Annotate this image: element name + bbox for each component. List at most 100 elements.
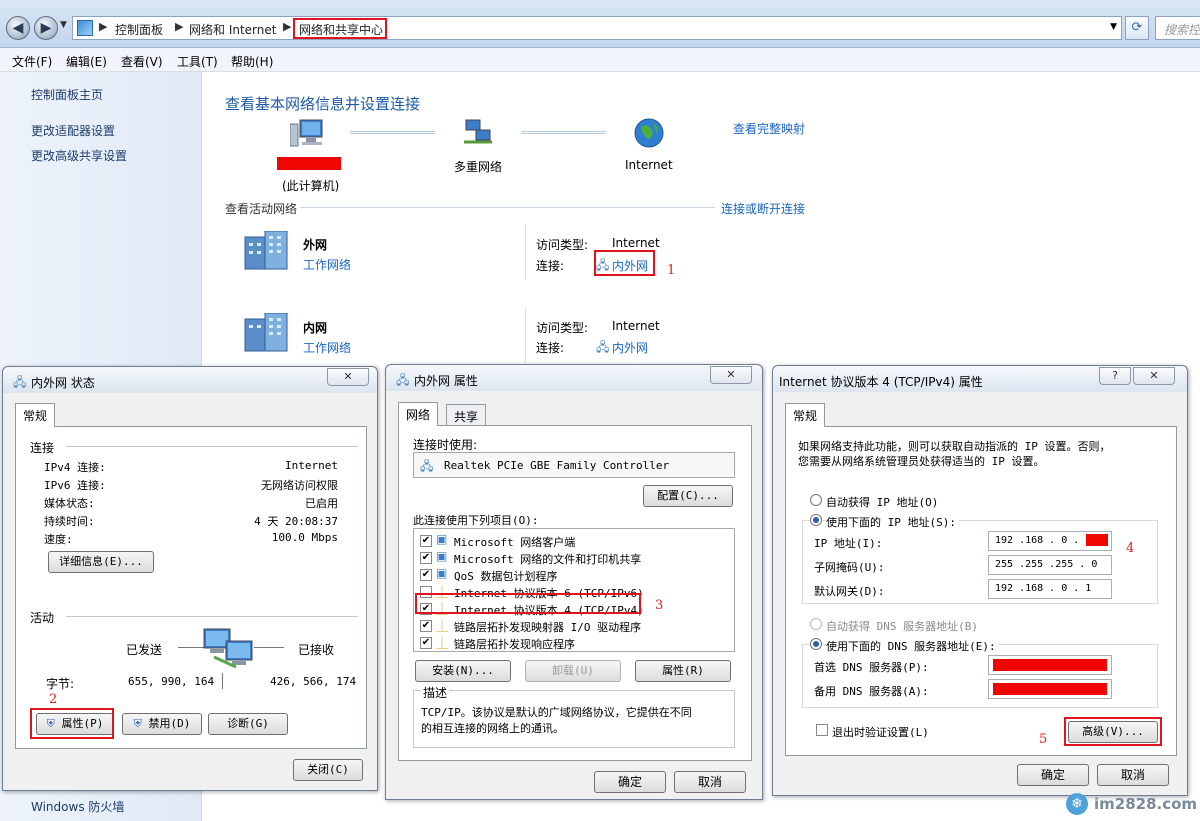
map-connector [521, 131, 606, 134]
forward-button[interactable]: ▶ [34, 16, 58, 40]
refresh-button[interactable]: ⟳ [1125, 16, 1149, 40]
connect-disconnect-link[interactable]: 连接或断开连接 [721, 200, 805, 217]
help-button[interactable]: ? [1099, 367, 1131, 385]
connection-label: 连接: [536, 259, 565, 273]
row-label: IPv6 连接: [44, 479, 106, 492]
sidebar-item-advanced-sharing[interactable]: 更改高级共享设置 [31, 147, 127, 164]
breadcrumb-control-panel[interactable]: 控制面板 [115, 21, 163, 38]
subnet-mask-input[interactable]: 255 .255 .255 . 0 [988, 555, 1112, 575]
list-item[interactable]: Microsoft 网络的文件和打印机共享 [454, 551, 641, 567]
list-item[interactable]: 链路层拓扑发现映射器 I/O 驱动程序 [454, 619, 641, 635]
configure-button[interactable]: 配置(C)... [643, 485, 733, 507]
bytes-label: 字节: [46, 677, 75, 691]
redacted-dns [993, 659, 1107, 671]
divider [222, 673, 223, 689]
tab-general[interactable]: 常规 [15, 403, 56, 427]
file-sharing-icon: ▣ [436, 549, 448, 563]
auto-dns-radio [810, 618, 822, 630]
cancel-button[interactable]: 取消 [674, 771, 746, 793]
this-pc-label: (此计算机) [282, 179, 340, 193]
close-dialog-button[interactable]: 关闭(C) [293, 759, 363, 781]
menu-edit[interactable]: 编辑(E) [66, 53, 107, 70]
auto-ip-label: 自动获得 IP 地址(O) [826, 496, 939, 509]
active-networks-heading: 查看活动网络 [225, 202, 298, 216]
manual-dns-radio[interactable] [810, 638, 822, 650]
gateway-input[interactable]: 192 .168 . 0 . 1 [988, 579, 1112, 599]
dialog-title: 内外网 状态 [31, 376, 95, 390]
auto-ip-radio[interactable] [810, 494, 822, 506]
titlebar: Internet 协议版本 4 (TCP/IPv4) 属性 ? ✕ [773, 366, 1187, 392]
titlebar: 🖧 内外网 状态 ✕ [3, 367, 377, 393]
close-button[interactable]: ✕ [1133, 367, 1175, 385]
divider [300, 207, 715, 208]
recent-pages-icon[interactable]: ▼ [60, 20, 67, 30]
highlight-box [293, 18, 387, 39]
network-name: 外网 [303, 238, 328, 252]
tab-sharing[interactable]: 共享 [446, 404, 487, 426]
tab-general[interactable]: 常规 [785, 403, 826, 427]
computer-icon [289, 118, 324, 148]
list-item[interactable]: Microsoft 网络客户端 [454, 534, 575, 550]
network-type-link[interactable]: 工作网络 [303, 339, 351, 356]
item-checkbox[interactable]: ✔ [420, 535, 432, 547]
chevron-down-icon[interactable]: ▼ [1110, 22, 1117, 32]
chevron-right-icon: ▶ [99, 20, 108, 33]
cancel-button[interactable]: 取消 [1097, 764, 1169, 786]
menu-file[interactable]: 文件(F) [12, 53, 52, 70]
breadcrumb-network-internet[interactable]: 网络和 Internet [189, 21, 276, 38]
list-item[interactable]: 链路层拓扑发现响应程序 [454, 636, 575, 652]
validate-checkbox[interactable] [816, 724, 828, 736]
details-button[interactable]: 详细信息(E)... [48, 551, 154, 573]
item-checkbox[interactable]: ✔ [420, 552, 432, 564]
close-button[interactable]: ✕ [710, 366, 752, 384]
ethernet-icon: 🖧 [13, 375, 27, 389]
menu-bar: 文件(F) 编辑(E) 查看(V) 工具(T) 帮助(H) [0, 48, 1200, 72]
shield-icon: ⛨ [133, 717, 142, 730]
menu-help[interactable]: 帮助(H) [231, 53, 273, 70]
item-checkbox[interactable]: ✔ [420, 637, 432, 649]
connection-link[interactable]: 内外网 [612, 339, 648, 356]
ok-button[interactable]: 确定 [1017, 764, 1089, 786]
chevron-right-icon: ▶ [175, 20, 184, 33]
network-type-link[interactable]: 工作网络 [303, 256, 351, 273]
map-connector [350, 131, 435, 134]
annotation-3: 3 [655, 598, 664, 613]
internet-label: Internet [625, 158, 673, 172]
menu-tools[interactable]: 工具(T) [177, 53, 218, 70]
network-name: 内网 [303, 321, 328, 335]
item-properties-button[interactable]: 属性(R) [635, 660, 731, 682]
manual-dns-label: 使用下面的 DNS 服务器地址(E): [826, 638, 999, 654]
dialog-title: Internet 协议版本 4 (TCP/IPv4) 属性 [779, 375, 983, 389]
highlight-box [594, 250, 655, 276]
back-button[interactable]: ◀ [6, 16, 30, 40]
close-button[interactable]: ✕ [327, 368, 369, 386]
preferred-dns-label: 首选 DNS 服务器(P): [814, 661, 929, 674]
ok-button[interactable]: 确定 [594, 771, 666, 793]
item-checkbox[interactable]: ✔ [420, 569, 432, 581]
search-input[interactable]: 搜索控制面板 [1155, 16, 1200, 40]
list-item[interactable]: QoS 数据包计划程序 [454, 568, 558, 584]
gateway-label: 默认网关(D): [814, 585, 885, 598]
item-checkbox[interactable]: ✔ [420, 620, 432, 632]
diagnose-button[interactable]: 诊断(G) [208, 713, 288, 735]
ethernet-icon: 🖧 [596, 340, 610, 354]
globe-icon [633, 117, 665, 149]
auto-dns-label: 自动获得 DNS 服务器地址(B) [826, 620, 978, 633]
sidebar-item-adapter-settings[interactable]: 更改适配器设置 [31, 122, 115, 139]
view-full-map-link[interactable]: 查看完整映射 [733, 120, 805, 137]
install-button[interactable]: 安装(N)... [415, 660, 511, 682]
address-bar[interactable]: ▶ 控制面板 ▶ 网络和 Internet ▶ 网络和共享中心 ▼ [72, 16, 1122, 40]
disable-button[interactable]: ⛨ 禁用(D) [122, 713, 202, 735]
row-value: 已启用 [305, 497, 338, 510]
sidebar-item-control-panel-home[interactable]: 控制面板主页 [31, 86, 103, 103]
snowflake-logo-icon: ❄ [1066, 793, 1088, 815]
sidebar-item-firewall[interactable]: Windows 防火墙 [31, 798, 124, 815]
annotation-2: 2 [49, 692, 58, 707]
section-heading: 活动 [30, 611, 55, 625]
items-list: ✔ ▣ Microsoft 网络客户端 ✔ ▣ Microsoft 网络的文件和… [413, 528, 735, 652]
control-panel-icon [77, 20, 93, 36]
tab-network[interactable]: 网络 [398, 402, 439, 426]
adapter-name: Realtek PCIe GBE Family Controller [444, 459, 670, 472]
manual-ip-radio[interactable] [810, 514, 822, 526]
menu-view[interactable]: 查看(V) [121, 53, 163, 70]
